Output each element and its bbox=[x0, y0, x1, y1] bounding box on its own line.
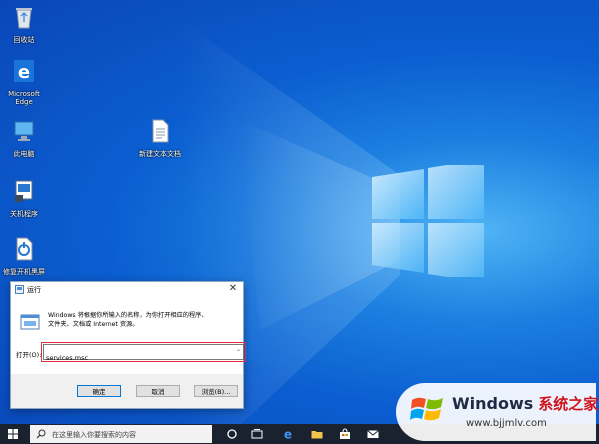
desktop-icon-label: 此电脑 bbox=[13, 150, 35, 158]
run-dialog: 运行 ✕ Windows 将根据你所输入的名称，为你打开相应的程序、 文件夹、文… bbox=[10, 281, 246, 409]
cancel-button[interactable]: 取消 bbox=[136, 385, 180, 397]
edge-icon: e bbox=[14, 60, 34, 83]
run-program-icon bbox=[20, 314, 40, 330]
desktop-icon-label: 新建文本文档 bbox=[139, 150, 181, 158]
desktop-icon-label: Microsoft Edge bbox=[8, 90, 40, 106]
watermark-url: www.bjjmlv.com bbox=[466, 418, 547, 429]
file-explorer-icon[interactable] bbox=[311, 428, 323, 440]
run-app-icon bbox=[15, 285, 24, 294]
run-dialog-description: Windows 将根据你所输入的名称，为你打开相应的程序、 文件夹、文档或 In… bbox=[48, 311, 238, 329]
browse-button[interactable]: 浏览(B)... bbox=[194, 385, 238, 397]
search-icon bbox=[36, 429, 46, 439]
svg-text:e: e bbox=[284, 428, 292, 440]
run-dialog-titlebar[interactable]: 运行 ✕ bbox=[11, 282, 243, 298]
cortana-icon[interactable] bbox=[226, 428, 238, 440]
search-placeholder: 在这里输入你要搜索的内容 bbox=[52, 431, 136, 439]
chevron-down-icon[interactable]: ⌄ bbox=[236, 346, 241, 353]
edge-taskbar-icon[interactable]: e bbox=[282, 428, 294, 440]
run-dialog-title: 运行 bbox=[27, 286, 41, 294]
watermark-brand: Windows 系统之家 bbox=[452, 393, 598, 414]
open-label: 打开(O): bbox=[16, 351, 42, 359]
desktop: 回收站 e Microsoft Edge 此电脑 新建文本文档 关机程序 修复开… bbox=[0, 0, 599, 444]
desktop-icon-label: 修复开机黑屏 bbox=[3, 268, 45, 276]
task-view-icon[interactable] bbox=[251, 428, 263, 440]
mail-icon[interactable] bbox=[367, 428, 379, 440]
ok-button[interactable]: 确定 bbox=[77, 385, 121, 397]
windows-logo-icon bbox=[372, 165, 484, 277]
windows-flag-logo-icon bbox=[410, 397, 443, 421]
start-windows-icon[interactable] bbox=[8, 429, 18, 439]
desktop-icon-label: 关机程序 bbox=[10, 210, 38, 218]
text-document-icon bbox=[152, 119, 169, 143]
desktop-icon-recycle-bin[interactable]: 回收站 bbox=[0, 4, 48, 44]
description-line: 文件夹、文档或 Internet 资源。 bbox=[48, 321, 139, 328]
watermark: Windows 系统之家 www.bjjmlv.com bbox=[396, 383, 598, 441]
shutdown-program-icon bbox=[15, 180, 33, 202]
description-line: Windows 将根据你所输入的名称，为你打开相应的程序、 bbox=[48, 312, 208, 319]
svg-text:e: e bbox=[18, 62, 30, 83]
desktop-icon-new-text-document[interactable]: 新建文本文档 bbox=[136, 118, 184, 158]
close-icon[interactable]: ✕ bbox=[227, 283, 239, 294]
desktop-icon-shutdown-program[interactable]: 关机程序 bbox=[0, 178, 48, 218]
run-dialog-footer: 确定 取消 浏览(B)... bbox=[11, 374, 243, 408]
store-icon[interactable] bbox=[339, 428, 351, 440]
brand-cn: 系统之家 bbox=[538, 395, 599, 413]
desktop-icon-edge[interactable]: e Microsoft Edge bbox=[0, 58, 48, 106]
desktop-icon-repair-boot[interactable]: 修复开机黑屏 bbox=[0, 236, 48, 276]
repair-boot-icon bbox=[16, 237, 33, 261]
run-dialog-body: Windows 将根据你所输入的名称，为你打开相应的程序、 文件夹、文档或 In… bbox=[11, 298, 246, 384]
command-combobox[interactable]: ⌄ bbox=[43, 344, 244, 364]
taskbar-search-box[interactable]: 在这里输入你要搜索的内容 bbox=[30, 425, 212, 443]
brand-windows: Windows bbox=[452, 394, 534, 413]
computer-icon bbox=[14, 121, 34, 141]
command-input[interactable] bbox=[44, 352, 226, 364]
recycle-bin-icon bbox=[16, 8, 32, 29]
desktop-icon-this-pc[interactable]: 此电脑 bbox=[0, 118, 48, 158]
desktop-icon-label: 回收站 bbox=[13, 36, 35, 44]
